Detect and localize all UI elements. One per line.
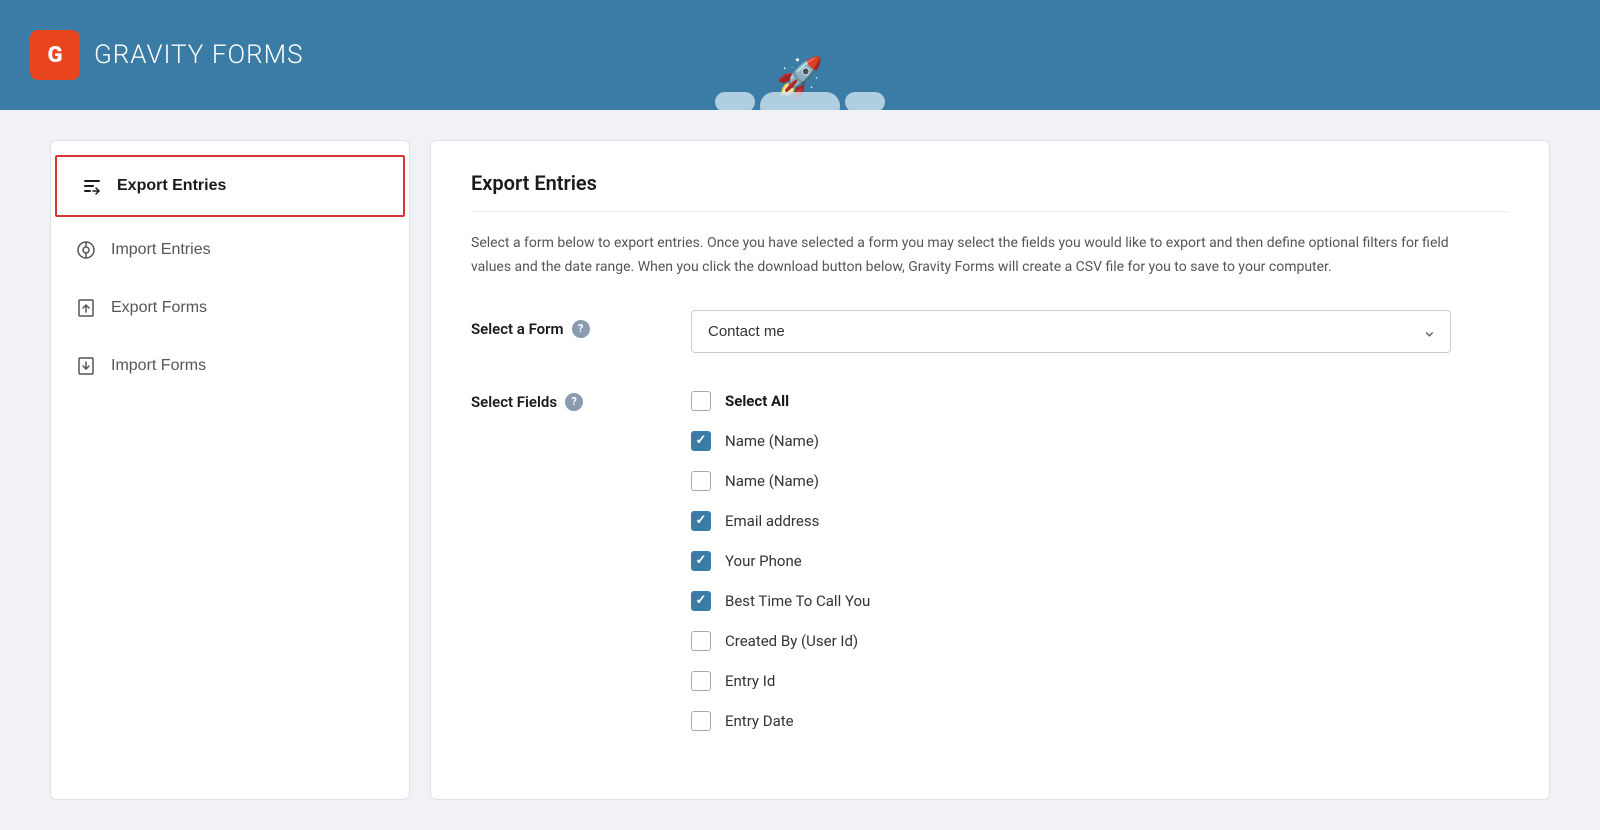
select-form-row: Select a Form ? Contact me Another Form … (471, 310, 1509, 353)
logo-brand: GRAVITY (94, 40, 204, 70)
select-fields-label-text: Select Fields (471, 393, 557, 411)
select-all-checkbox[interactable] (691, 391, 711, 411)
rocket-clouds (715, 92, 885, 110)
name-1-checkbox[interactable] (691, 431, 711, 451)
field-best-time: Best Time To Call You (691, 583, 1509, 619)
cloud-center (760, 92, 840, 110)
app-header: G GRAVITY FORMS 🚀 (0, 0, 1600, 110)
select-all-label: Select All (725, 392, 789, 410)
select-fields-label: Select Fields ? (471, 383, 651, 411)
best-time-label: Best Time To Call You (725, 592, 870, 610)
select-fields-help-icon[interactable]: ? (565, 393, 583, 411)
export-forms-icon (75, 297, 97, 319)
export-entries-icon (81, 175, 103, 197)
logo-icon: G (30, 30, 80, 80)
entry-id-label: Entry Id (725, 672, 775, 690)
sidebar-item-export-entries-label: Export Entries (117, 177, 226, 195)
sidebar-item-export-entries[interactable]: Export Entries (55, 155, 405, 217)
sidebar-item-import-forms-label: Import Forms (111, 357, 206, 375)
select-form-label: Select a Form ? (471, 310, 651, 338)
created-by-label: Created By (User Id) (725, 632, 858, 650)
fields-control-area: Select All Name (Name) Name (Name) (691, 383, 1509, 739)
best-time-checkbox[interactable] (691, 591, 711, 611)
main-content: Export Entries Select a form below to ex… (430, 140, 1550, 800)
name-2-checkbox[interactable] (691, 471, 711, 491)
logo: G GRAVITY FORMS (30, 30, 304, 80)
import-forms-icon (75, 355, 97, 377)
sidebar-item-export-forms[interactable]: Export Forms (51, 279, 409, 337)
page-title: Export Entries (471, 171, 1509, 212)
field-name-1: Name (Name) (691, 423, 1509, 459)
logo-text: GRAVITY FORMS (94, 40, 304, 70)
phone-checkbox[interactable] (691, 551, 711, 571)
entry-id-checkbox[interactable] (691, 671, 711, 691)
entry-date-label: Entry Date (725, 712, 794, 730)
created-by-checkbox[interactable] (691, 631, 711, 651)
name-1-label: Name (Name) (725, 432, 819, 450)
sidebar-item-import-entries-label: Import Entries (111, 241, 211, 259)
form-select-wrapper: Contact me Another Form Sample Form ⌄ (691, 310, 1451, 353)
sidebar-item-import-forms[interactable]: Import Forms (51, 337, 409, 395)
logo-letter: G (48, 43, 63, 68)
cloud-left (715, 92, 755, 110)
sidebar: Export Entries Import Entries (50, 140, 410, 800)
rocket-decoration: 🚀 (715, 59, 885, 110)
import-entries-icon (75, 239, 97, 261)
checkbox-list: Select All Name (Name) Name (Name) (691, 383, 1509, 739)
sidebar-item-import-entries[interactable]: Import Entries (51, 221, 409, 279)
phone-label: Your Phone (725, 552, 802, 570)
select-fields-row: Select Fields ? Select All Name (Name) (471, 383, 1509, 739)
field-entry-date: Entry Date (691, 703, 1509, 739)
select-form-help-icon[interactable]: ? (572, 320, 590, 338)
name-2-label: Name (Name) (725, 472, 819, 490)
field-email: Email address (691, 503, 1509, 539)
select-form-label-text: Select a Form (471, 320, 564, 338)
field-entry-id: Entry Id (691, 663, 1509, 699)
email-checkbox[interactable] (691, 511, 711, 531)
entry-date-checkbox[interactable] (691, 711, 711, 731)
email-label: Email address (725, 512, 819, 530)
form-select[interactable]: Contact me Another Form Sample Form (691, 310, 1451, 353)
page-description: Select a form below to export entries. O… (471, 232, 1471, 280)
field-select-all: Select All (691, 383, 1509, 419)
main-layout: Export Entries Import Entries (30, 140, 1570, 800)
field-phone: Your Phone (691, 543, 1509, 579)
field-name-2: Name (Name) (691, 463, 1509, 499)
select-form-control: Contact me Another Form Sample Form ⌄ (691, 310, 1509, 353)
field-created-by: Created By (User Id) (691, 623, 1509, 659)
logo-sub: FORMS (212, 40, 304, 70)
sidebar-item-export-forms-label: Export Forms (111, 299, 207, 317)
cloud-right (845, 92, 885, 110)
